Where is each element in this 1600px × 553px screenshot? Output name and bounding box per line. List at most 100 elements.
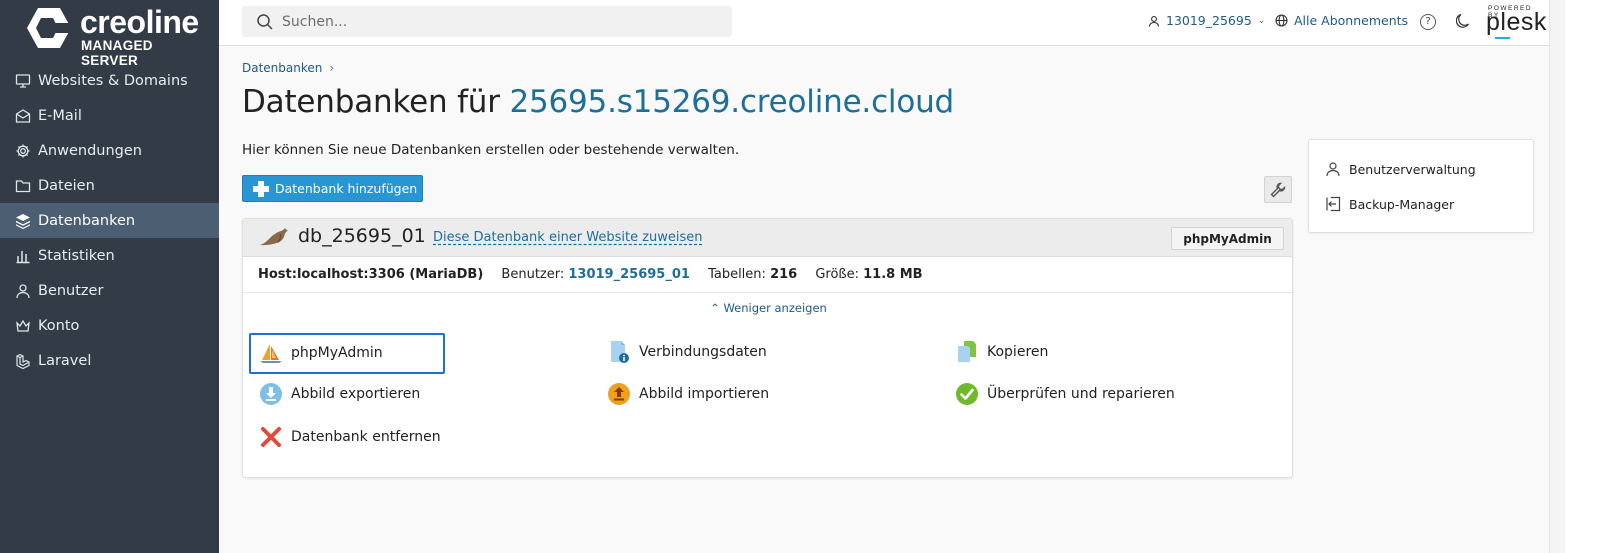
tables-label: Tabellen: — [708, 267, 766, 282]
action-label: Abbild exportieren — [291, 386, 421, 402]
folder-icon — [14, 177, 32, 195]
import-upload-icon — [607, 382, 631, 406]
host-value: localhost:3306 (MariaDB) — [296, 267, 484, 282]
scrollbar[interactable] — [1549, 0, 1565, 553]
subscriptions-label: Alle Abonnements — [1294, 13, 1409, 28]
breadcrumb-databases[interactable]: Datenbanken — [242, 61, 322, 75]
action-label: phpMyAdmin — [291, 345, 383, 361]
side-panel: Benutzerverwaltung Backup-Manager — [1308, 139, 1534, 233]
action-label: Datenbank entfernen — [291, 429, 441, 445]
user-management-link[interactable]: Benutzerverwaltung — [1325, 161, 1476, 177]
chevron-up-icon: ⌃ — [710, 301, 720, 315]
user-name: 13019_25695 — [1166, 13, 1252, 28]
search-input[interactable] — [282, 13, 682, 30]
export-download-icon — [259, 382, 283, 406]
window-edge — [1565, 0, 1600, 553]
action-label: Abbild importieren — [639, 386, 770, 402]
sidebar-item-laravel[interactable]: Laravel — [0, 343, 219, 378]
action-label: Verbindungsdaten — [639, 344, 767, 360]
sidebar-item-databases[interactable]: Datenbanken — [0, 203, 219, 238]
dark-mode-icon[interactable] — [1455, 13, 1470, 33]
database-info: Host:localhost:3306 (MariaDB) Benutzer: … — [243, 257, 1292, 293]
crown-icon — [14, 317, 32, 335]
action-copy[interactable]: Kopieren — [955, 340, 1048, 364]
database-name: db_25695_01 — [298, 225, 426, 247]
action-export-dump[interactable]: Abbild exportieren — [259, 382, 420, 406]
database-card-header: db_25695_01 Diese Datenbank einer Websit… — [243, 219, 1292, 257]
action-remove-database[interactable]: Datenbank entfernen — [259, 425, 441, 449]
help-icon[interactable]: ? — [1420, 14, 1436, 30]
settings-tool-button[interactable] — [1264, 176, 1292, 203]
search-icon — [257, 13, 273, 30]
subscriptions-menu[interactable]: Alle Abonnements — [1275, 13, 1408, 28]
breadcrumb[interactable]: Datenbanken › — [242, 61, 334, 75]
sidebar-item-files[interactable]: Dateien — [0, 168, 219, 203]
plesk-wordmark: plesk — [1486, 8, 1547, 36]
sidebar-item-label: Konto — [38, 317, 80, 334]
mariadb-seal-icon — [260, 228, 288, 246]
mail-icon — [14, 107, 32, 125]
sidebar-item-label: Datenbanken — [38, 212, 136, 229]
assign-database-link[interactable]: Diese Datenbank einer Website zuweisen — [433, 230, 703, 245]
sidebar-item-label: Websites & Domains — [38, 72, 188, 89]
phpmyadmin-sailboat-icon — [259, 341, 283, 365]
top-header: 13019_25695 ⌄ Alle Abonnements ? POWERED… — [219, 0, 1549, 46]
backup-manager-link[interactable]: Backup-Manager — [1325, 196, 1454, 212]
action-label: Überprüfen und reparieren — [987, 386, 1175, 402]
sidebar-item-label: Laravel — [38, 352, 92, 369]
wrench-icon — [1270, 182, 1286, 197]
sidebar-item-users[interactable]: Benutzer — [0, 273, 219, 308]
laravel-icon — [14, 352, 32, 370]
gear-icon — [14, 142, 32, 160]
user-icon — [1326, 162, 1340, 177]
sidebar-item-email[interactable]: E-Mail — [0, 98, 219, 133]
remove-x-icon — [259, 425, 283, 449]
chevron-right-icon: › — [329, 61, 335, 75]
size-label: Größe: — [815, 267, 859, 282]
database-card: db_25695_01 Diese Datenbank einer Websit… — [242, 218, 1293, 478]
sidebar-item-label: E-Mail — [38, 107, 82, 124]
check-circle-icon — [955, 382, 979, 406]
action-import-dump[interactable]: Abbild importieren — [607, 382, 769, 406]
db-user-link[interactable]: 13019_25695_01 — [568, 267, 690, 282]
user-icon — [14, 282, 32, 300]
host-label: Host: — [258, 267, 297, 282]
page-title-prefix: Datenbanken für — [242, 84, 510, 120]
action-connection-info[interactable]: Verbindungsdaten — [607, 340, 767, 364]
backup-manager-label: Backup-Manager — [1349, 196, 1455, 212]
sidebar: creoline MANAGED SERVER Websites & Domai… — [0, 0, 219, 553]
sidebar-item-label: Benutzer — [38, 282, 104, 299]
sidebar-item-statistics[interactable]: Statistiken — [0, 238, 219, 273]
user-menu[interactable]: 13019_25695 ⌄ — [1148, 13, 1265, 28]
creoline-logo-icon — [27, 8, 71, 48]
add-database-label: Datenbank hinzufügen — [275, 181, 418, 196]
plesk-logo: POWERED BY plesk — [1486, 5, 1546, 41]
brand-name: creoline — [80, 4, 199, 40]
add-database-button[interactable]: Datenbank hinzufügen — [242, 175, 423, 202]
plus-icon — [253, 180, 269, 197]
globe-icon — [1275, 14, 1288, 27]
action-check-repair[interactable]: Überprüfen und reparieren — [955, 382, 1175, 406]
action-phpmyadmin[interactable]: phpMyAdmin — [259, 341, 383, 365]
show-less-toggle[interactable]: ⌃ Weniger anzeigen — [243, 301, 1294, 315]
action-label: Kopieren — [987, 344, 1049, 360]
show-less-label: Weniger anzeigen — [723, 301, 827, 315]
tables-value: 216 — [770, 267, 798, 282]
phpmyadmin-button[interactable]: phpMyAdmin — [1171, 227, 1284, 250]
brand-logo[interactable]: creoline MANAGED SERVER — [26, 4, 206, 68]
user-management-label: Benutzerverwaltung — [1349, 161, 1476, 177]
plesk-underline — [1495, 37, 1510, 39]
sidebar-item-websites-domains[interactable]: Websites & Domains — [0, 63, 219, 98]
page-intro: Hier können Sie neue Datenbanken erstell… — [242, 142, 740, 158]
chevron-down-icon: ⌄ — [1257, 15, 1266, 26]
search-box[interactable] — [242, 6, 732, 37]
sidebar-item-applications[interactable]: Anwendungen — [0, 133, 219, 168]
user-icon — [1148, 15, 1160, 27]
database-icon — [14, 212, 32, 230]
sidebar-item-label: Anwendungen — [38, 142, 142, 159]
sidebar-item-account[interactable]: Konto — [0, 308, 219, 343]
backup-icon — [1326, 196, 1341, 212]
size-value: 11.8 MB — [863, 267, 923, 282]
page-title-host[interactable]: 25695.s15269.creoline.cloud — [509, 84, 954, 120]
copy-icon — [955, 340, 979, 364]
